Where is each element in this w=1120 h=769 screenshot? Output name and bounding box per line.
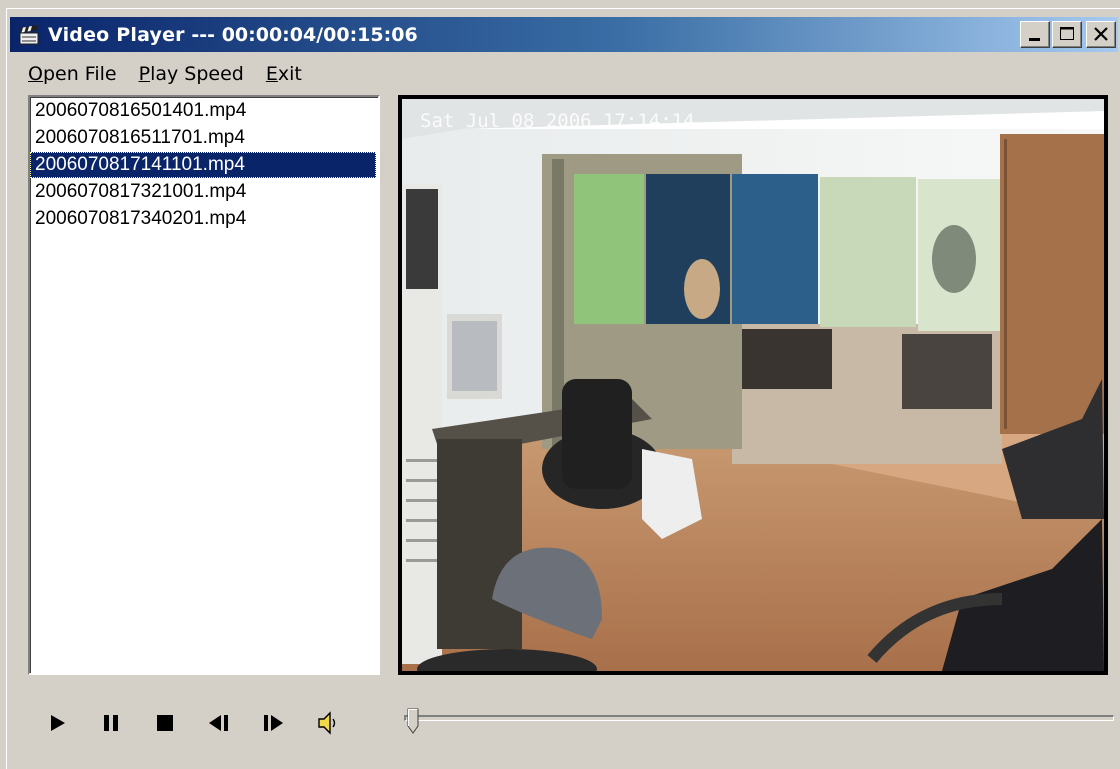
file-list-item[interactable]: 2006070816511701.mp4 — [30, 125, 378, 151]
window-controls — [1020, 21, 1116, 48]
pause-button[interactable] — [94, 706, 128, 740]
menu-play-speed-label: lay Speed — [150, 63, 244, 85]
step-back-button[interactable] — [202, 706, 236, 740]
step-back-icon — [209, 715, 228, 731]
file-list-item[interactable]: 2006070816501401.mp4 — [30, 98, 378, 124]
step-forward-button[interactable] — [256, 706, 290, 740]
title-bar[interactable]: Video Player --- 00:00:04/00:15:06 — [10, 17, 1118, 52]
video-frame: Sat Jul 08 2006 17:14:14 — [402, 99, 1104, 671]
title-time-display: 00:00:04/00:15:06 — [221, 23, 418, 46]
playback-controls — [40, 705, 364, 741]
menu-exit[interactable]: Exit — [266, 63, 302, 85]
menu-bar: Open File Play Speed Exit — [28, 60, 324, 88]
menu-play-speed-mnemonic: P — [138, 63, 151, 85]
maximize-icon — [1060, 27, 1074, 40]
file-list-item[interactable]: 2006070817340201.mp4 — [30, 206, 378, 232]
menu-open-file[interactable]: Open File — [28, 63, 117, 85]
file-list-item[interactable]: 2006070817321001.mp4 — [30, 179, 378, 205]
menu-play-speed[interactable]: Play Speed — [139, 63, 244, 85]
play-icon — [51, 715, 65, 731]
title-separator: --- — [191, 23, 216, 46]
seek-thumb[interactable] — [407, 708, 419, 734]
stop-icon — [157, 715, 173, 731]
volume-button[interactable] — [310, 706, 344, 740]
seek-track[interactable] — [404, 715, 1114, 721]
menu-open-file-label: pen File — [42, 63, 117, 85]
clapperboard-icon — [19, 24, 39, 44]
pause-icon — [104, 715, 118, 731]
minimize-icon — [1029, 38, 1040, 41]
step-forward-icon — [264, 715, 283, 731]
close-button[interactable] — [1086, 21, 1116, 48]
menu-exit-mnemonic: E — [265, 63, 278, 85]
volume-icon — [318, 711, 336, 735]
seek-bar[interactable] — [404, 708, 1114, 734]
close-icon — [1094, 27, 1108, 41]
minimize-button[interactable] — [1020, 21, 1050, 48]
play-button[interactable] — [40, 706, 74, 740]
menu-exit-label: xit — [277, 63, 302, 85]
stop-button[interactable] — [148, 706, 182, 740]
file-list-item-selected[interactable]: 2006070817141101.mp4 — [30, 152, 376, 178]
video-display[interactable]: Sat Jul 08 2006 17:14:14 — [398, 95, 1108, 675]
menu-open-file-mnemonic: O — [28, 63, 43, 85]
video-timestamp-overlay: Sat Jul 08 2006 17:14:14 — [420, 110, 695, 132]
file-list[interactable]: 2006070816501401.mp4 2006070816511701.mp… — [28, 95, 380, 675]
window-title: Video Player — [48, 23, 185, 46]
maximize-button[interactable] — [1052, 21, 1082, 48]
